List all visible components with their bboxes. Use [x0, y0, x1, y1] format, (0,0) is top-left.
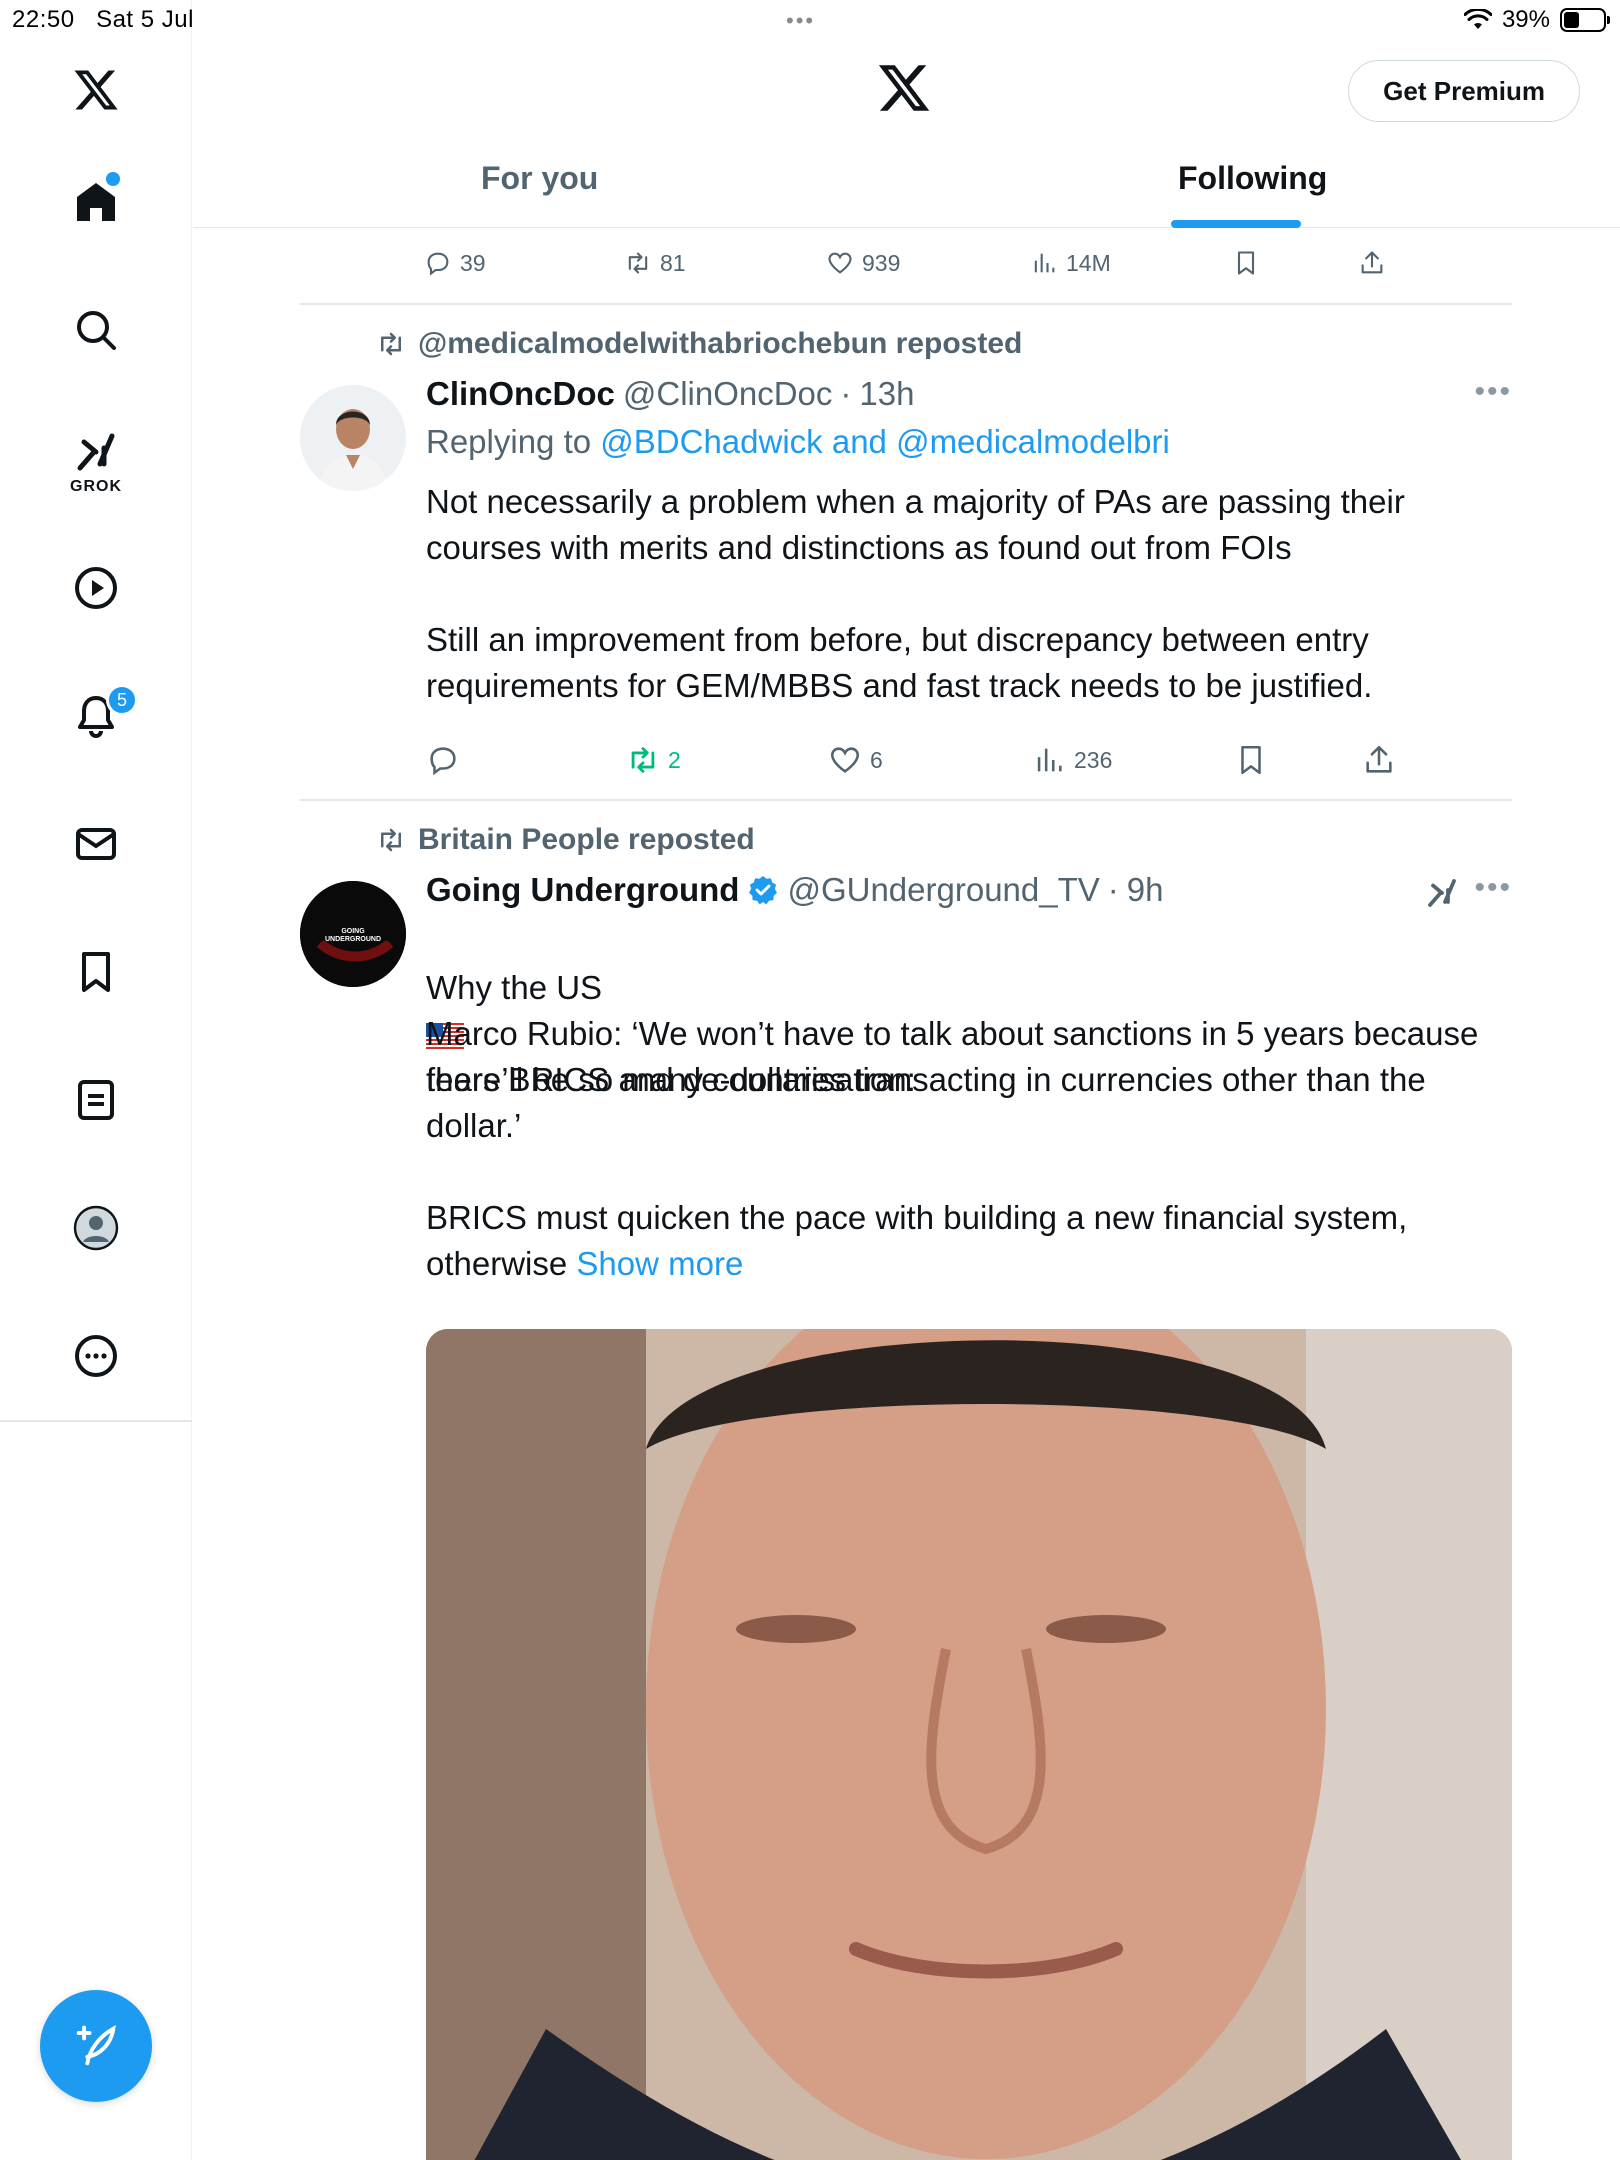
avatar[interactable]: [300, 385, 406, 491]
left-navigation: GROK 5: [0, 0, 192, 2160]
tweet-text: Marco Rubio: ‘We won’t have to talk abou…: [426, 1015, 1479, 1282]
multitasking-dots[interactable]: •••: [786, 8, 815, 34]
avatar[interactable]: GOING UNDERGROUND: [300, 881, 406, 987]
share-button[interactable]: [1358, 249, 1386, 277]
repost-icon: [381, 828, 401, 852]
tweet-going-underground[interactable]: Britain People reposted GOING UNDERGROUND…: [300, 801, 1512, 2160]
x-logo-icon[interactable]: [64, 58, 128, 122]
battery-percent: 39%: [1501, 6, 1550, 33]
video-icon[interactable]: [64, 556, 128, 620]
bookmark-button[interactable]: [1234, 743, 1268, 777]
tweet-header: ClinOncDoc @ClinOncDoc · 13h: [426, 375, 914, 413]
bookmark-icon: [1237, 251, 1255, 275]
repost-icon: [381, 332, 401, 356]
tab-following[interactable]: Following: [1178, 160, 1327, 197]
more-icon[interactable]: [64, 1324, 128, 1388]
heart-icon: [828, 252, 852, 274]
reply-button[interactable]: 39: [424, 249, 486, 277]
home-unread-dot: [106, 172, 120, 186]
views-count: 14M: [1066, 249, 1111, 276]
replying-to-users[interactable]: @BDChadwick and @medicalmodelbri: [600, 423, 1170, 460]
status-time: 22:50 Sat 5 Jul: [12, 6, 194, 33]
bookmark-button[interactable]: [1232, 249, 1260, 277]
reply-count: 39: [460, 249, 486, 276]
tweet-text: Not necessarily a problem when a majorit…: [426, 483, 1405, 704]
like-count: 939: [862, 249, 901, 276]
get-premium-button[interactable]: Get Premium: [1348, 60, 1580, 122]
svg-text:GOING: GOING: [341, 928, 365, 935]
compose-button[interactable]: [40, 1990, 152, 2102]
battery-icon: [1560, 8, 1610, 32]
timestamp[interactable]: 13h: [859, 375, 914, 413]
bookmark-icon: [1241, 745, 1261, 775]
reply-icon: [427, 252, 449, 276]
svg-text:UNDERGROUND: UNDERGROUND: [325, 936, 381, 943]
views-button[interactable]: 236: [1032, 743, 1112, 777]
display-name[interactable]: ClinOncDoc: [426, 375, 615, 413]
repost-button[interactable]: 2: [626, 743, 681, 777]
status-right: 39%: [1463, 6, 1610, 34]
search-icon[interactable]: [64, 298, 128, 362]
share-icon: [1366, 745, 1392, 773]
grok-icon[interactable]: [64, 420, 128, 484]
repost-context: @medicalmodelwithabriochebun reposted: [376, 327, 1022, 361]
grok-icon[interactable]: [1424, 875, 1460, 911]
grok-label: GROK: [70, 478, 122, 495]
tweet-more-icon[interactable]: •••: [1474, 871, 1512, 905]
like-button[interactable]: 6: [828, 743, 883, 777]
timestamp[interactable]: 9h: [1127, 871, 1164, 909]
display-name[interactable]: Going Underground: [426, 871, 739, 909]
separator: ·: [1107, 871, 1119, 908]
verified-badge-icon: [749, 876, 778, 905]
compose-icon: [76, 2024, 116, 2066]
tweet-more-icon[interactable]: •••: [1474, 375, 1512, 409]
nav-divider: [0, 1420, 192, 1422]
share-button[interactable]: [1362, 743, 1396, 777]
active-tab-indicator: [1171, 220, 1301, 228]
status-bar: 22:50 Sat 5 Jul ••• 39%: [0, 0, 1620, 40]
prev-tweet-actions: 39 81 939 14M: [300, 228, 1512, 298]
handle[interactable]: @GUnderground_TV: [787, 871, 1099, 909]
repost-button[interactable]: 81: [624, 249, 686, 277]
profile-icon[interactable]: [64, 1196, 128, 1260]
views-count: 236: [1074, 746, 1113, 773]
timeline-feed: 39 81 939 14M @medicalmodelwithabriocheb…: [300, 228, 1512, 2160]
reply-button[interactable]: [426, 743, 468, 777]
repost-context: Britain People reposted: [376, 823, 755, 857]
x-logo-icon[interactable]: [876, 60, 932, 116]
replying-to: Replying to @BDChadwick and @medicalmode…: [426, 423, 1170, 460]
tweet-clinoncdoc[interactable]: @medicalmodelwithabriochebun reposted Cl…: [300, 305, 1512, 799]
repost-icon: [628, 252, 648, 274]
lists-icon[interactable]: [64, 1068, 128, 1132]
notifications-badge: 5: [106, 684, 138, 716]
handle[interactable]: @ClinOncDoc: [623, 375, 833, 413]
views-icon: [1034, 253, 1055, 273]
messages-icon[interactable]: [64, 812, 128, 876]
wifi-icon: [1463, 9, 1492, 29]
tweet-video[interactable]: [426, 1329, 1512, 2160]
video-frame: [426, 1329, 1512, 2160]
show-more-link[interactable]: Show more: [576, 1245, 743, 1282]
like-button[interactable]: 939: [826, 249, 900, 277]
repost-icon: [631, 747, 655, 773]
bookmarks-icon[interactable]: [64, 940, 128, 1004]
reply-icon: [430, 747, 456, 776]
tweet-header: Going Underground @GUnderground_TV · 9h: [426, 871, 1164, 909]
share-icon: [1361, 251, 1383, 274]
separator: ·: [840, 375, 852, 412]
like-count: 6: [870, 746, 883, 773]
tab-for-you[interactable]: For you: [481, 160, 598, 197]
repost-count: 2: [668, 746, 681, 773]
views-icon: [1037, 748, 1062, 772]
views-button[interactable]: 14M: [1030, 249, 1111, 277]
heart-icon: [830, 747, 860, 773]
tweet-actions: 2 6 236: [300, 725, 1512, 795]
repost-count: 81: [660, 249, 686, 276]
